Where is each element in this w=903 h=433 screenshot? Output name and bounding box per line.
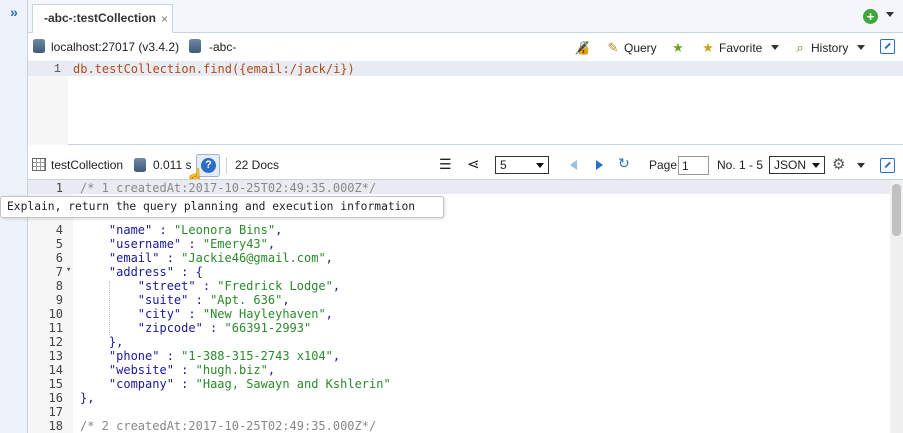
result-line-number: 15 (48, 377, 63, 391)
key-lock-button[interactable]: 🔏 (574, 39, 592, 56)
view-mode-select[interactable]: JSON (769, 156, 825, 174)
json-line: "zipcode" : "66391-2993" (137, 321, 312, 335)
history-icon: ⌕ (796, 39, 804, 55)
tab-close-icon[interactable]: × (161, 12, 168, 26)
next-page-icon[interactable] (596, 160, 603, 170)
refresh-icon[interactable]: ↻ (618, 155, 630, 172)
star-icon: ★ (702, 39, 714, 55)
json-line: "name" : "Leonora Bins", (108, 223, 283, 237)
json-line: "phone" : "1-388-315-2743 x104", (108, 349, 341, 363)
table-icon (32, 158, 46, 171)
history-label: History (811, 40, 849, 55)
server-label[interactable]: localhost:27017 (v3.4.2) (51, 40, 179, 54)
prev-page-icon[interactable] (570, 160, 577, 170)
stopwatch-icon (134, 158, 146, 172)
query-toolbar: localhost:27017 (v3.4.2) -abc- 🔏 ✎ Query… (28, 34, 903, 60)
result-line-number: 5 (55, 237, 63, 251)
tab-label: -abc-:testCollection (44, 11, 157, 25)
json-line: "company" : "Haag, Sawayn and Kshlerin" (108, 377, 391, 391)
open-external-icon[interactable] (880, 39, 895, 54)
star-plus-icon: ★ (672, 39, 684, 55)
database-label[interactable]: -abc- (209, 40, 236, 54)
result-line-number: 6 (55, 251, 63, 265)
json-line: "username" : "Emery43", (108, 237, 276, 251)
tab-bar: -abc-:testCollection × + (28, 0, 903, 33)
database-icon (189, 39, 201, 53)
result-line-number: 8 (55, 279, 63, 293)
query-label: Query (624, 40, 657, 55)
favorite-label: Favorite (719, 40, 763, 55)
open-external-icon[interactable] (880, 158, 895, 173)
result-line-number: 4 (55, 223, 63, 237)
tree-view-icon[interactable]: ⋖ (467, 155, 480, 173)
add-favorite-button[interactable]: ★ (671, 39, 689, 56)
json-line: "email" : "Jackie46@gmail.com", (108, 251, 333, 265)
result-line-number: 17 (48, 405, 63, 419)
json-line: "address" : { (108, 265, 203, 279)
gear-icon[interactable]: ⚙ (832, 155, 845, 173)
result-line-number: 12 (48, 335, 63, 349)
divider (226, 157, 227, 174)
server-icon (33, 39, 45, 53)
result-line-number: 13 (48, 349, 63, 363)
favorite-button[interactable]: ★ Favorite (701, 39, 780, 56)
vertical-scrollbar[interactable] (890, 180, 903, 433)
result-toolbar: testCollection 0.011 s ? 22 Docs ☰ ⋖ 5 ↻… (28, 152, 903, 178)
json-line: "city" : "New Hayleyhaven", (137, 307, 333, 321)
settings-chevron-down-icon[interactable] (857, 163, 865, 168)
result-line-number: 16 (48, 391, 63, 405)
collection-label: testCollection (51, 158, 124, 172)
chevron-down-icon (812, 163, 820, 168)
document-comment: /* 1 createdAt:2017-10-25T02:49:35.000Z*… (80, 181, 377, 195)
chevron-down-icon (536, 163, 544, 168)
result-range: No. 1 - 5 (717, 158, 764, 172)
tab-menu-chevron-down-icon[interactable] (886, 12, 894, 17)
chevron-down-icon (771, 45, 780, 50)
page-label: Page (649, 158, 678, 172)
expand-sidebar-icon[interactable]: » (6, 4, 22, 20)
result-line-number: 7 (55, 265, 63, 279)
explain-tooltip: Explain, return the query planning and e… (0, 196, 444, 218)
result-line-number: 18 (48, 419, 63, 433)
view-mode-value: JSON (774, 158, 807, 172)
result-line-number: 1 (55, 181, 63, 195)
result-line-number: 11 (48, 321, 63, 335)
lock-icon: 🔏 (574, 39, 591, 55)
query-editor[interactable]: 1 db.testCollection.find({email:/jack/i}… (28, 60, 903, 145)
json-line: "street" : "Fredrick Lodge", (137, 279, 341, 293)
result-line-number: 10 (48, 307, 63, 321)
magic-wand-icon: ✎ (607, 39, 619, 55)
add-tab-icon[interactable]: + (863, 9, 878, 24)
json-line: }, (80, 335, 124, 349)
query-button[interactable]: ✎ Query (606, 39, 657, 56)
document-comment: /* 2 createdAt:2017-10-25T02:49:35.000Z*… (80, 419, 377, 433)
tab-query[interactable]: -abc-:testCollection × (32, 4, 173, 33)
history-button[interactable]: ⌕ History (793, 39, 866, 56)
page-size-select[interactable]: 5 (495, 156, 549, 174)
json-line: "website" : "hugh.biz", (108, 363, 276, 377)
editor-line-number: 1 (53, 62, 61, 76)
chevron-down-icon (857, 45, 866, 50)
page-number-value: 1 (682, 159, 689, 173)
format-icon[interactable]: ☰ (439, 156, 452, 173)
scrollbar-thumb[interactable] (892, 184, 901, 236)
json-line: "suite" : "Apt. 636", (137, 293, 290, 307)
result-line-number: 9 (55, 293, 63, 307)
fold-chevron-icon[interactable]: ▾ (66, 265, 71, 275)
json-line: }, (80, 391, 95, 405)
docs-count: 22 Docs (235, 158, 280, 172)
result-line-number: 14 (48, 363, 63, 377)
query-code[interactable]: db.testCollection.find({email:/jack/i}) (73, 62, 355, 76)
page-number-input[interactable]: 1 (678, 156, 709, 175)
page-size-value: 5 (500, 158, 507, 172)
